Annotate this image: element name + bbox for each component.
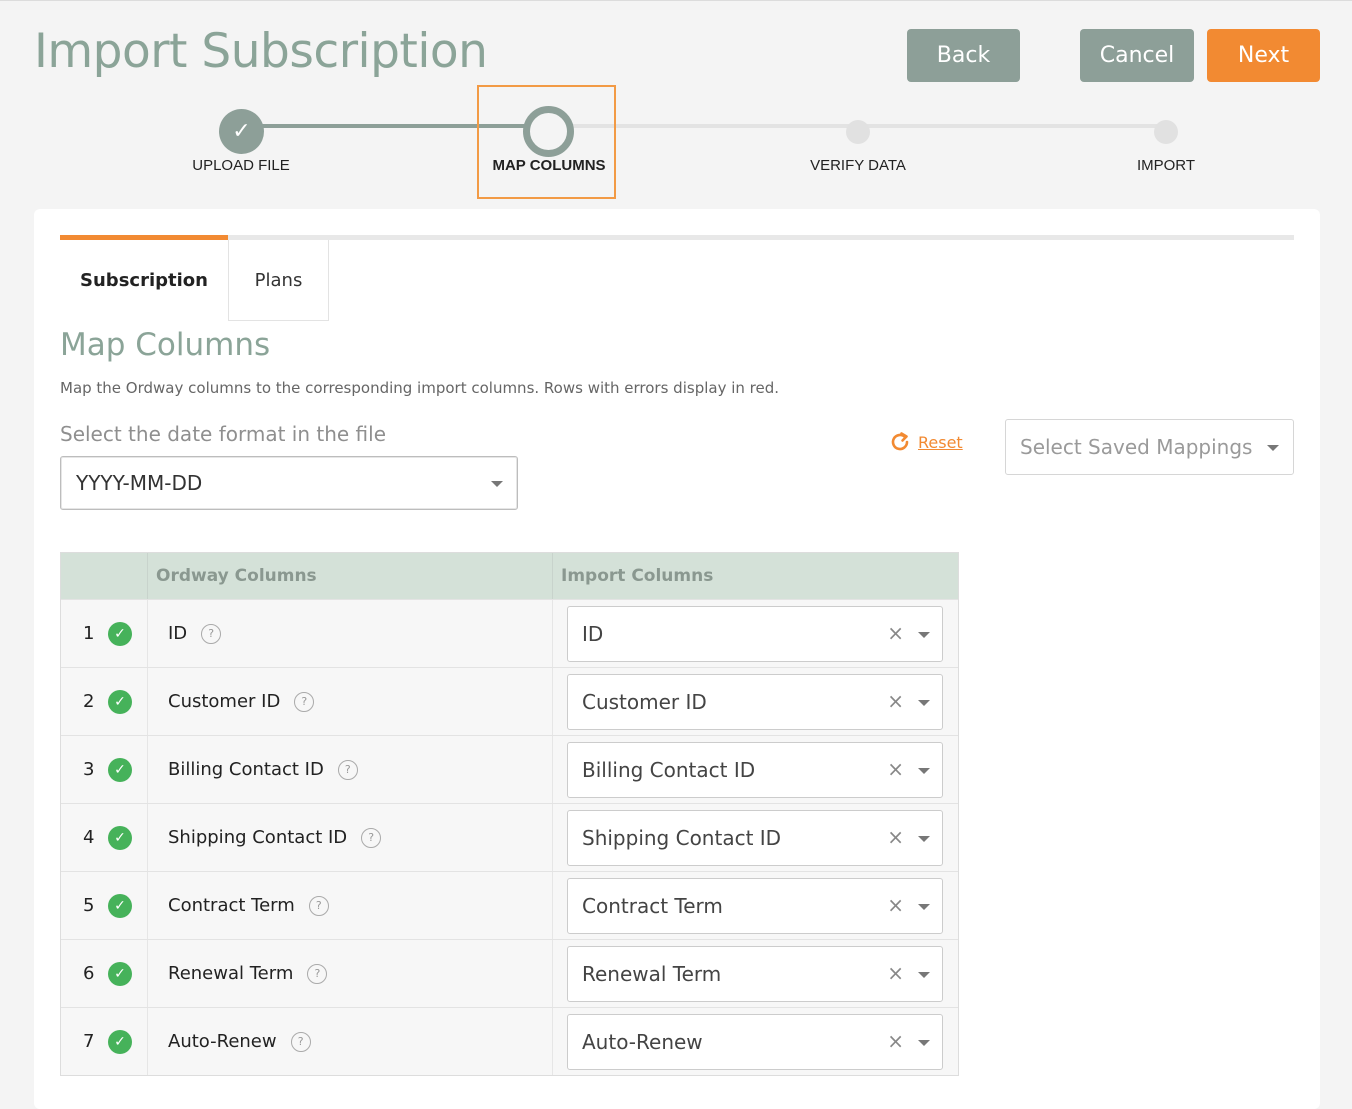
import-column-select[interactable]: Billing Contact ID × [567,741,943,798]
step-label-verify-data: VERIFY DATA [810,157,906,174]
import-column-select[interactable]: Auto-Renew × [567,1013,943,1070]
table-row: 3 ✓ Billing Contact ID ? Billing Contact… [61,735,958,803]
import-column-value: ID [582,621,604,646]
section-description: Map the Ordway columns to the correspond… [60,379,780,397]
chevron-down-icon [918,835,930,842]
help-icon[interactable]: ? [290,1031,311,1052]
clear-icon[interactable]: × [887,1029,904,1053]
row-number: 3 [83,759,95,780]
clear-icon[interactable]: × [887,621,904,645]
help-icon[interactable]: ? [308,895,329,916]
row-number: 7 [83,1031,95,1052]
step-label-upload-file: UPLOAD FILE [192,157,290,174]
main-card: Subscription Plans Map Columns Map the O… [34,209,1320,1109]
import-column-value: Customer ID [582,689,707,714]
help-icon[interactable]: ? [294,691,315,712]
next-button[interactable]: Next [1207,29,1320,82]
header-import-columns: Import Columns [561,566,714,586]
check-circle-icon: ✓ [108,961,132,986]
section-title: Map Columns [60,327,271,363]
table-row: 7 ✓ Auto-Renew ? Auto-Renew × [61,1007,958,1075]
chevron-down-icon [918,903,930,910]
clear-icon[interactable]: × [887,893,904,917]
chevron-down-icon [918,631,930,638]
row-number: 6 [83,963,95,984]
header-ordway-columns: Ordway Columns [148,553,553,599]
row-number: 1 [83,623,95,644]
import-column-value: Auto-Renew [582,1029,703,1054]
row-number: 4 [83,827,95,848]
mapping-table: Ordway Columns Import Columns 1 ✓ ID ? I… [60,552,959,1076]
chevron-down-icon [1267,445,1279,451]
step-import-pending-icon [1154,120,1178,144]
ordway-column-name: Renewal Term [168,963,294,984]
refresh-icon [891,432,909,451]
chevron-down-icon [918,1039,930,1046]
clear-icon[interactable]: × [887,825,904,849]
table-row: 2 ✓ Customer ID ? Customer ID × [61,667,958,735]
reset-label: Reset [918,432,963,452]
step-upload-done-icon: ✓ [219,109,264,154]
clear-icon[interactable]: × [887,757,904,781]
date-format-value: YYYY-MM-DD [76,471,203,495]
clear-icon[interactable]: × [887,689,904,713]
row-number: 2 [83,691,95,712]
table-row: 6 ✓ Renewal Term ? Renewal Term × [61,939,958,1007]
import-column-value: Billing Contact ID [582,757,756,782]
import-column-select[interactable]: ID × [567,605,943,662]
help-icon[interactable]: ? [307,963,328,984]
ordway-column-name: Contract Term [168,895,295,916]
ordway-column-name: Auto-Renew [168,1031,277,1052]
import-column-value: Contract Term [582,893,723,918]
chevron-down-icon [918,767,930,774]
import-column-select[interactable]: Renewal Term × [567,945,943,1002]
saved-mappings-placeholder: Select Saved Mappings [1020,435,1253,459]
import-column-value: Shipping Contact ID [582,825,782,850]
help-icon[interactable]: ? [361,827,382,848]
check-circle-icon: ✓ [108,893,132,918]
check-circle-icon: ✓ [108,1029,132,1054]
check-circle-icon: ✓ [108,825,132,850]
cancel-button[interactable]: Cancel [1080,29,1194,82]
date-format-select[interactable]: YYYY-MM-DD [60,456,518,510]
import-column-value: Renewal Term [582,961,722,986]
ordway-column-name: Billing Contact ID [168,759,324,780]
chevron-down-icon [918,971,930,978]
row-number: 5 [83,895,95,916]
top-border [0,0,1352,1]
check-circle-icon: ✓ [108,621,132,646]
chevron-down-icon [918,699,930,706]
import-column-select[interactable]: Customer ID × [567,673,943,730]
check-circle-icon: ✓ [108,757,132,782]
ordway-column-name: Shipping Contact ID [168,827,348,848]
ordway-column-name: ID [168,623,188,644]
reset-link[interactable]: Reset [888,430,963,454]
header-index [61,553,148,599]
table-row: 5 ✓ Contract Term ? Contract Term × [61,871,958,939]
tab-plans[interactable]: Plans [228,240,329,321]
clear-icon[interactable]: × [887,961,904,985]
back-button[interactable]: Back [907,29,1020,82]
table-header: Ordway Columns Import Columns [61,553,958,599]
page-title: Import Subscription [34,24,488,79]
table-row: 4 ✓ Shipping Contact ID ? Shipping Conta… [61,803,958,871]
saved-mappings-select[interactable]: Select Saved Mappings [1005,419,1294,475]
step-label-import: IMPORT [1136,157,1196,174]
help-icon[interactable]: ? [337,759,358,780]
tab-subscription[interactable]: Subscription [60,240,228,321]
check-circle-icon: ✓ [108,689,132,714]
step-verify-pending-icon [846,120,870,144]
help-icon[interactable]: ? [201,623,222,644]
import-column-select[interactable]: Shipping Contact ID × [567,809,943,866]
chevron-down-icon [491,481,503,487]
import-column-select[interactable]: Contract Term × [567,877,943,934]
ordway-column-name: Customer ID [168,691,281,712]
date-format-label: Select the date format in the file [60,422,387,446]
current-step-highlight [477,85,616,199]
table-row: 1 ✓ ID ? ID × [61,599,958,667]
